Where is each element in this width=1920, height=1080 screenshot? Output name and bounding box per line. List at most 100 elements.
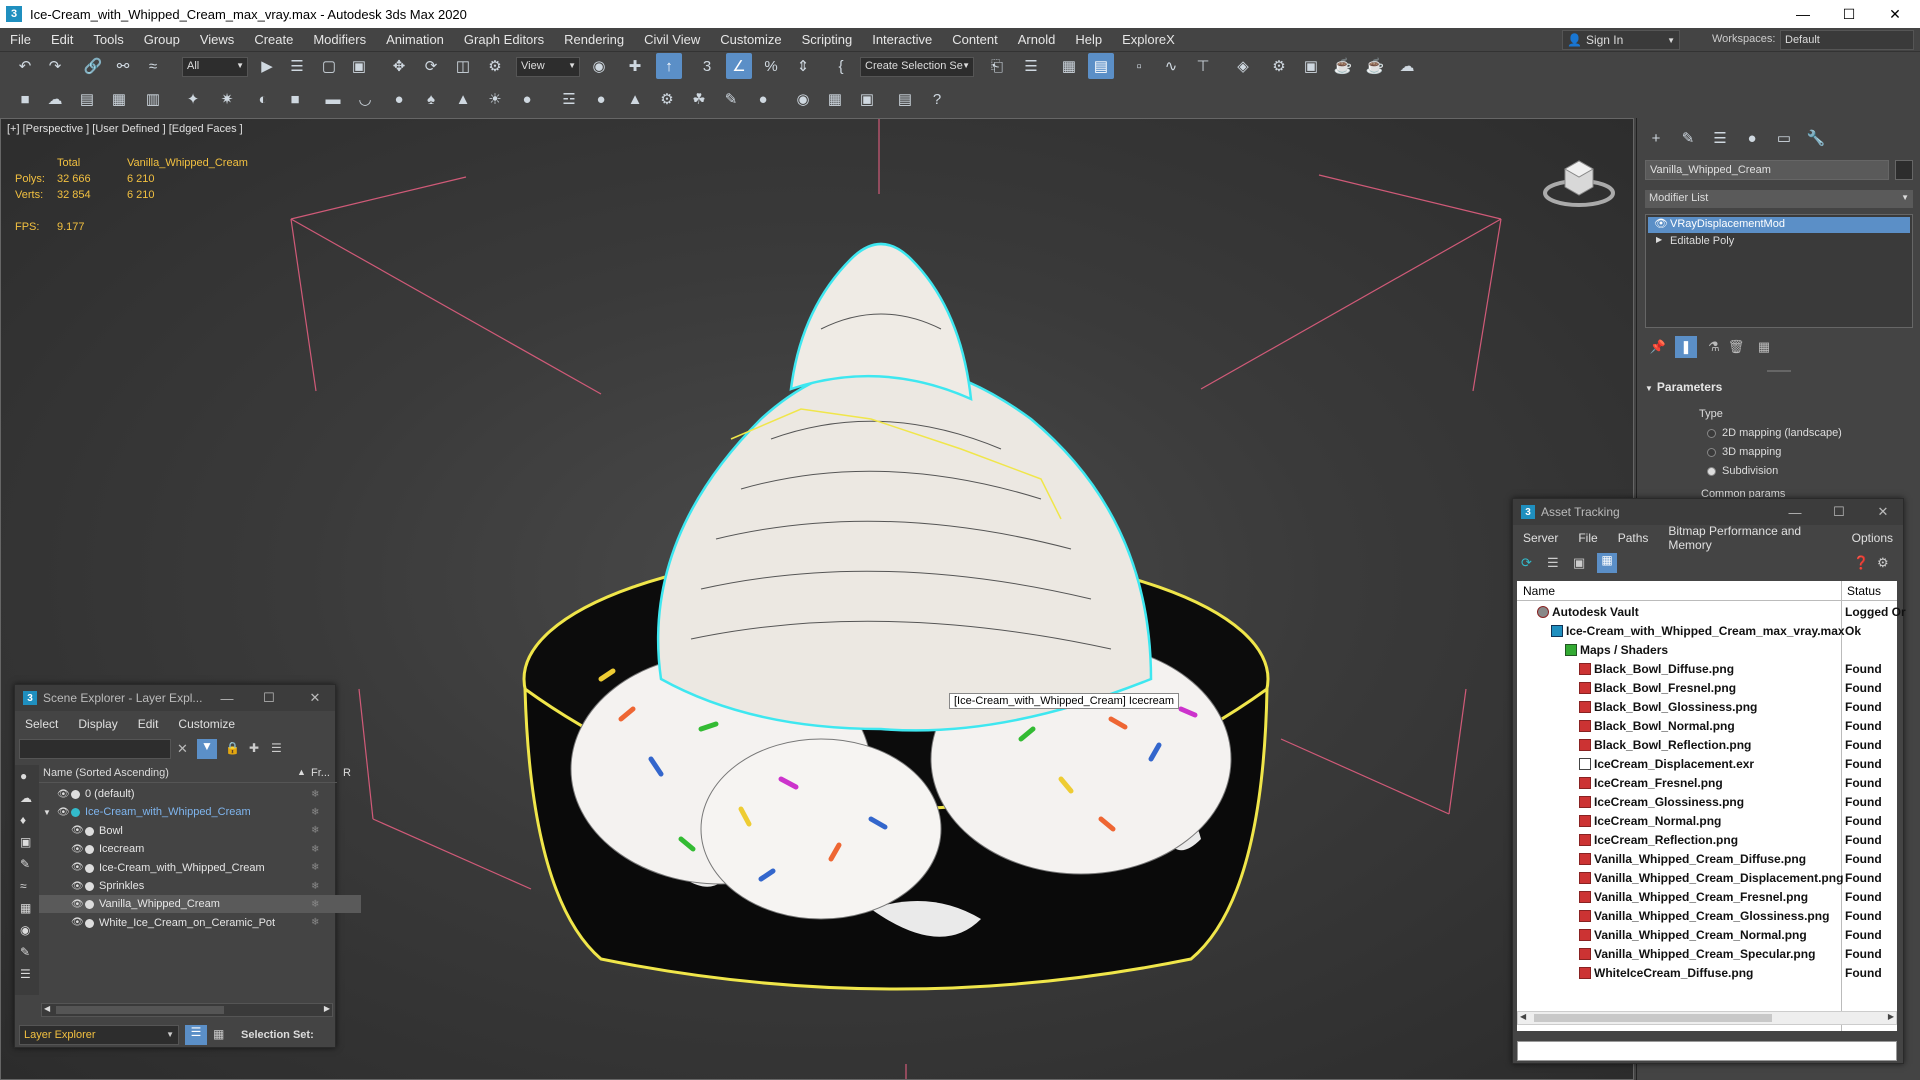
explorer-horizontal-scrollbar[interactable]: ◀ ▶	[41, 1003, 333, 1017]
align-icon[interactable]: ☰	[1018, 53, 1044, 79]
scroll-right-icon[interactable]: ▶	[324, 1004, 330, 1013]
vray-plane-icon[interactable]: ▬	[320, 86, 346, 112]
type-option-3d-mapping[interactable]: 3D mapping	[1707, 446, 1781, 458]
type-option-subdivision[interactable]: Subdivision	[1707, 465, 1778, 477]
vray-volume-icon[interactable]: ●	[750, 86, 776, 112]
vray-spot-light-icon[interactable]: ▲	[450, 86, 476, 112]
tree-row[interactable]: 👁 White_Ice_Cream_on_Ceramic_Pot ❄	[39, 914, 361, 932]
at-menu-paths[interactable]: Paths	[1608, 531, 1659, 545]
vray-mesh-clipper-icon[interactable]: ●	[588, 86, 614, 112]
display-objects-icon[interactable]: ●	[20, 769, 27, 783]
minimize-icon[interactable]: —	[1777, 499, 1813, 525]
asset-row[interactable]: IceCream_Normal.png Found	[1517, 812, 1897, 831]
pivot-center-icon[interactable]: ◉	[586, 53, 612, 79]
layers-icon[interactable]: ☰	[271, 741, 282, 755]
mirror-icon[interactable]: ⎗	[984, 53, 1010, 79]
tree-row[interactable]: 👁 Bowl ❄	[39, 822, 361, 840]
at-menu-file[interactable]: File	[1568, 531, 1607, 545]
object-color-swatch[interactable]	[1895, 160, 1913, 180]
refresh-icon[interactable]: ⟳	[1521, 555, 1532, 571]
type-option-2d-mapping[interactable]: 2D mapping (landscape)	[1707, 427, 1842, 439]
menu-file[interactable]: File	[0, 28, 41, 52]
scale-icon[interactable]: ◫	[450, 53, 476, 79]
se-menu-select[interactable]: Select	[15, 717, 68, 731]
selection-filter-dropdown[interactable]: All ▼	[182, 57, 248, 77]
configure-modifier-sets-icon[interactable]: ▦	[1753, 336, 1775, 358]
parameters-rollout[interactable]: ▼ Parameters	[1645, 380, 1913, 394]
layer-mode-icon[interactable]: ☰	[185, 1025, 207, 1045]
select-object-icon[interactable]: ▶	[254, 53, 280, 79]
vray-physical-camera-icon[interactable]: ▲	[622, 86, 648, 112]
render-in-cloud-icon[interactable]: ☁	[1394, 53, 1420, 79]
help-icon[interactable]: ?	[924, 86, 950, 112]
vray-hfr-icon[interactable]: ✎	[718, 86, 744, 112]
redo-icon[interactable]: ↷	[42, 53, 68, 79]
visibility-eye-icon[interactable]: 👁	[71, 862, 84, 873]
asset-row[interactable]: IceCream_Reflection.png Found	[1517, 831, 1897, 850]
asset-row[interactable]: Black_Bowl_Reflection.png Found	[1517, 736, 1897, 755]
asset-row[interactable]: Vanilla_Whipped_Cream_Specular.png Found	[1517, 945, 1897, 964]
workspace-select[interactable]: Default	[1780, 30, 1914, 50]
table-view-icon[interactable]: ▦	[1597, 553, 1617, 573]
tree-row[interactable]: 👁 Icecream ❄	[39, 840, 361, 858]
list-view-icon[interactable]: ☰	[1547, 555, 1559, 571]
menu-views[interactable]: Views	[190, 28, 244, 52]
reference-coordinate-dropdown[interactable]: View ▼	[516, 57, 580, 77]
lock-icon[interactable]: 🔒	[225, 741, 240, 755]
menu-tools[interactable]: Tools	[83, 28, 133, 52]
percent-snap-icon[interactable]: %	[758, 53, 784, 79]
frozen-column-header[interactable]: Fr...	[311, 767, 330, 779]
render-column-header[interactable]: R	[343, 767, 351, 779]
freeze-icon[interactable]: ❄	[311, 844, 319, 855]
utilities-tab-icon[interactable]: 🔧	[1801, 126, 1831, 150]
schematic-view-icon[interactable]: ⊤	[1190, 53, 1216, 79]
freeze-icon[interactable]: ❄	[311, 789, 319, 800]
modifier-stack[interactable]: 👁 VRayDisplacementMod ▶ Editable Poly	[1645, 214, 1913, 328]
viewcube-icon[interactable]	[1541, 149, 1617, 209]
vray-vrscene-icon[interactable]: ▦	[822, 86, 848, 112]
undo-icon[interactable]: ↶	[12, 53, 38, 79]
display-spacewarps-icon[interactable]: ≈	[20, 879, 27, 893]
vray-chaos-cosmos-icon[interactable]: ▣	[854, 86, 880, 112]
vray-vfb-history-icon[interactable]: ▤	[892, 86, 918, 112]
vray-object-props-icon[interactable]: ■	[282, 86, 308, 112]
asset-row[interactable]: Vanilla_Whipped_Cream_Normal.png Found	[1517, 926, 1897, 945]
vray-fur-icon[interactable]: ☲	[556, 86, 582, 112]
scroll-right-icon[interactable]: ▶	[1888, 1012, 1894, 1021]
render-setup-icon[interactable]: ⚙	[1266, 53, 1292, 79]
place-icon[interactable]: ⚙	[482, 53, 508, 79]
move-icon[interactable]: ✥	[386, 53, 412, 79]
maximize-icon[interactable]: ☐	[251, 685, 287, 711]
vray-render-icon[interactable]: ▤	[74, 86, 100, 112]
name-column-header[interactable]: Name (Sorted Ascending)	[43, 767, 169, 779]
clear-search-icon[interactable]: ✕	[177, 741, 188, 757]
toggle-ribbon-icon[interactable]: ▫	[1126, 53, 1152, 79]
display-helpers-icon[interactable]: ✎	[20, 857, 30, 871]
asset-row[interactable]: IceCream_Glossiness.png Found	[1517, 793, 1897, 812]
asset-row[interactable]: Vanilla_Whipped_Cream_Fresnel.png Found	[1517, 888, 1897, 907]
render-production-icon[interactable]: ☕	[1330, 53, 1356, 79]
menu-edit[interactable]: Edit	[41, 28, 83, 52]
minimize-icon[interactable]: —	[209, 685, 245, 711]
add-layer-icon[interactable]: ✚	[249, 741, 259, 755]
vray-ambient-light-icon[interactable]: ●	[514, 86, 540, 112]
render-iterative-icon[interactable]: ☕	[1362, 53, 1388, 79]
menu-help[interactable]: Help	[1065, 28, 1112, 52]
menu-group[interactable]: Group	[134, 28, 190, 52]
maximize-icon[interactable]: ☐	[1826, 0, 1872, 28]
display-all-icon[interactable]: ☰	[20, 967, 31, 981]
visibility-eye-icon[interactable]: 👁	[71, 825, 84, 836]
menu-civil-view[interactable]: Civil View	[634, 28, 710, 52]
scroll-left-icon[interactable]: ◀	[44, 1004, 50, 1013]
material-editor-icon[interactable]: ◈	[1230, 53, 1256, 79]
at-menu-server[interactable]: Server	[1513, 531, 1568, 545]
asset-row[interactable]: WhiteIceCream_Diffuse.png Found	[1517, 964, 1897, 983]
explorer-mode-dropdown[interactable]: Layer Explorer ▼	[19, 1025, 179, 1045]
stack-item-vray-displacement[interactable]: 👁 VRayDisplacementMod	[1648, 217, 1910, 233]
se-menu-customize[interactable]: Customize	[168, 717, 245, 731]
vray-light-lister-icon[interactable]: ✦	[180, 86, 206, 112]
angle-snap-icon[interactable]: ∠	[726, 53, 752, 79]
show-end-result-icon[interactable]: ❚	[1675, 336, 1697, 358]
rotate-icon[interactable]: ⟳	[418, 53, 444, 79]
display-bones-icon[interactable]: ✎	[20, 945, 30, 959]
